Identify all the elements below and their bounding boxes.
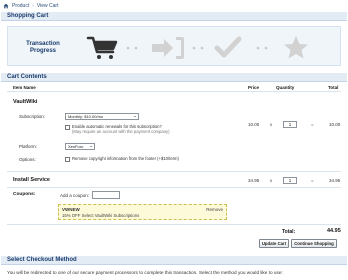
multiply-sign: x <box>270 178 273 183</box>
coupons-label: Coupons: <box>13 192 36 197</box>
remove-coupon-link[interactable]: Remove <box>206 207 223 212</box>
breadcrumb-item-product[interactable]: Product <box>12 3 29 9</box>
subscription-label: Subscription: <box>19 114 46 119</box>
add-coupon-label: Add a coupon: <box>60 193 90 198</box>
cart-icon <box>86 36 118 59</box>
transaction-progress-panel: Transaction Progress <box>7 26 341 66</box>
breadcrumb: Product › View Cart <box>3 2 59 10</box>
remove-copyright-checkbox[interactable] <box>65 156 70 162</box>
equals-sign: = <box>311 178 314 183</box>
item-price: 34.95 <box>248 178 260 183</box>
cart-column-headers: Item Name Price Quantity Total <box>7 84 341 92</box>
continue-shopping-button[interactable]: Continue Shopping <box>291 239 337 248</box>
quantity-input[interactable]: 1 <box>283 121 297 128</box>
progress-label-line2: Progress <box>29 48 56 54</box>
total-label: Total: <box>282 229 296 235</box>
shopping-cart-header: Shopping Cart <box>1 12 347 21</box>
checkout-method-header: Select Checkout Method <box>1 256 347 265</box>
progress-dots <box>126 46 268 50</box>
renew-text-wrap: Enable automatic renewals for this subsc… <box>72 124 170 134</box>
coupon-input[interactable] <box>92 191 120 199</box>
item-total: 34.95 <box>329 178 341 183</box>
options-label: Options: <box>19 157 36 162</box>
cart-contents-header: Cart Contents <box>1 73 347 82</box>
renew-option[interactable]: Enable automatic renewals for this subsc… <box>65 124 170 134</box>
breadcrumb-separator: › <box>32 3 34 9</box>
checkout-instructions: You will be redirected to one of our sec… <box>7 270 283 275</box>
row-divider <box>7 171 341 172</box>
star-icon <box>284 36 308 59</box>
total-value: 44.95 <box>327 228 341 234</box>
equals-sign: = <box>311 122 314 127</box>
column-price: Price <box>248 85 260 90</box>
item-total: 10.00 <box>329 122 341 127</box>
coupon-description: 15% OFF Select VaultWiki Subscriptions <box>62 213 140 218</box>
renew-note: (May require an account with the payment… <box>72 129 170 134</box>
update-cart-button[interactable]: Update Cart <box>259 239 289 248</box>
applied-coupon: VWNEW 15% OFF Select VaultWiki Subscript… <box>58 204 227 220</box>
row-divider <box>7 224 341 225</box>
home-icon[interactable] <box>3 3 9 9</box>
enter-icon <box>152 37 184 59</box>
column-total: Total <box>328 85 339 90</box>
cart-item-title: VaultWiki <box>13 99 38 105</box>
item-price: 10.00 <box>248 122 260 127</box>
column-item-name: Item Name <box>13 85 36 90</box>
progress-steps <box>86 36 308 59</box>
subscription-select[interactable]: Monthly: $10.00/mo <box>65 113 139 120</box>
breadcrumb-item-view-cart: View Cart <box>36 3 59 9</box>
remove-copyright-option[interactable]: Remove copyright information from the fo… <box>65 156 179 162</box>
cart-item-title: Install Service <box>13 177 50 183</box>
platform-select[interactable]: XenForo <box>65 143 95 150</box>
row-divider <box>7 187 341 188</box>
coupon-code: VWNEW <box>62 207 80 212</box>
renew-checkbox[interactable] <box>65 124 70 130</box>
platform-label: Platform: <box>19 144 38 149</box>
progress-label-line1: Transaction <box>26 41 60 47</box>
multiply-sign: x <box>270 122 273 127</box>
progress-label: Transaction Progress <box>18 41 68 55</box>
remove-copyright-text: Remove copyright information from the fo… <box>72 156 179 161</box>
column-quantity: Quantity <box>276 85 295 90</box>
quantity-input[interactable]: 1 <box>283 177 297 184</box>
checkmark-icon <box>214 36 242 58</box>
